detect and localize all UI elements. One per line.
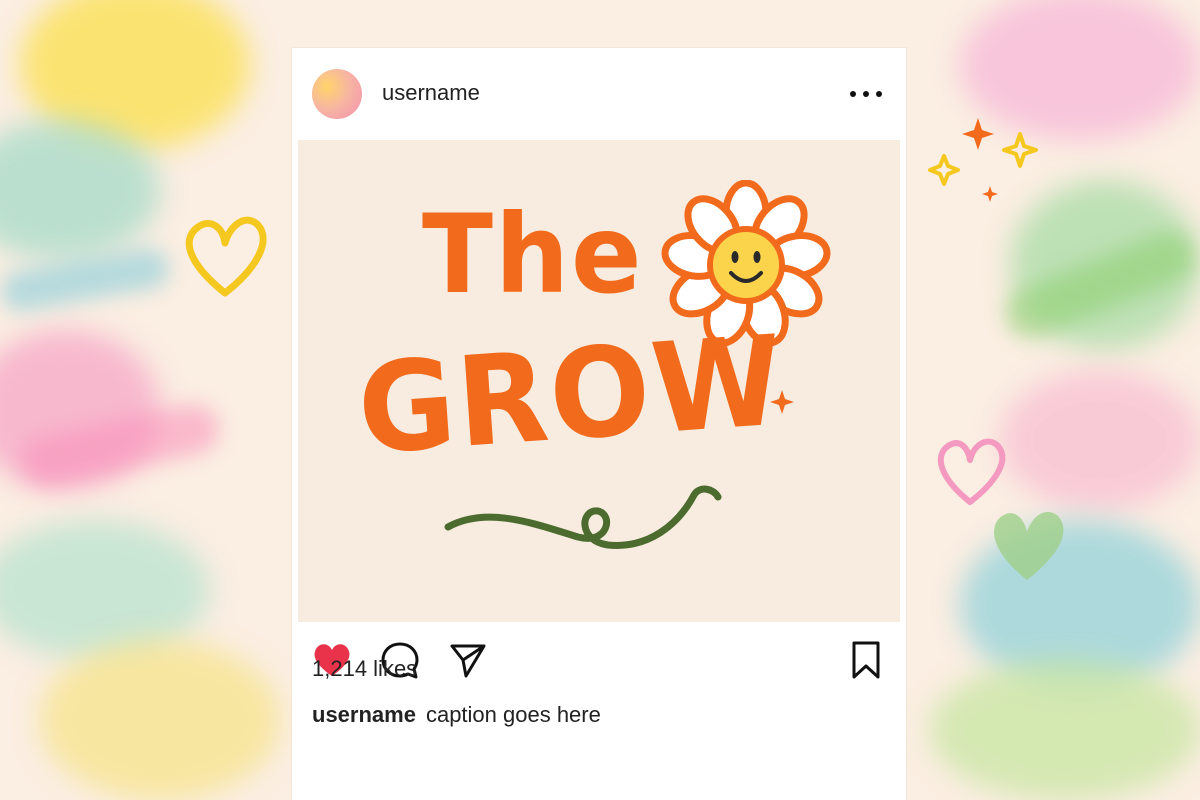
caption: username caption goes here — [312, 702, 601, 728]
sparkle-icon — [770, 390, 794, 414]
more-options-icon[interactable] — [846, 82, 886, 106]
title-grow: GROW — [353, 307, 789, 483]
post-image[interactable]: The GROW — [298, 140, 900, 622]
likes-count[interactable]: 1,214 likes — [312, 656, 417, 682]
post-header: username — [292, 48, 906, 140]
caption-username[interactable]: username — [312, 702, 416, 727]
title-the: The — [422, 189, 644, 319]
send-icon[interactable] — [446, 638, 490, 682]
instagram-post: username The GROW 1,214 likes username c… — [292, 48, 906, 800]
avatar[interactable] — [312, 69, 362, 119]
bookmark-icon[interactable] — [844, 638, 888, 682]
sparkle-cluster — [928, 118, 1038, 202]
heart-doodle-yellow — [185, 216, 267, 297]
caption-text: caption goes here — [425, 702, 601, 727]
vine-doodle — [444, 485, 722, 549]
heart-doodle-green — [994, 511, 1064, 580]
header-username[interactable]: username — [382, 80, 480, 106]
